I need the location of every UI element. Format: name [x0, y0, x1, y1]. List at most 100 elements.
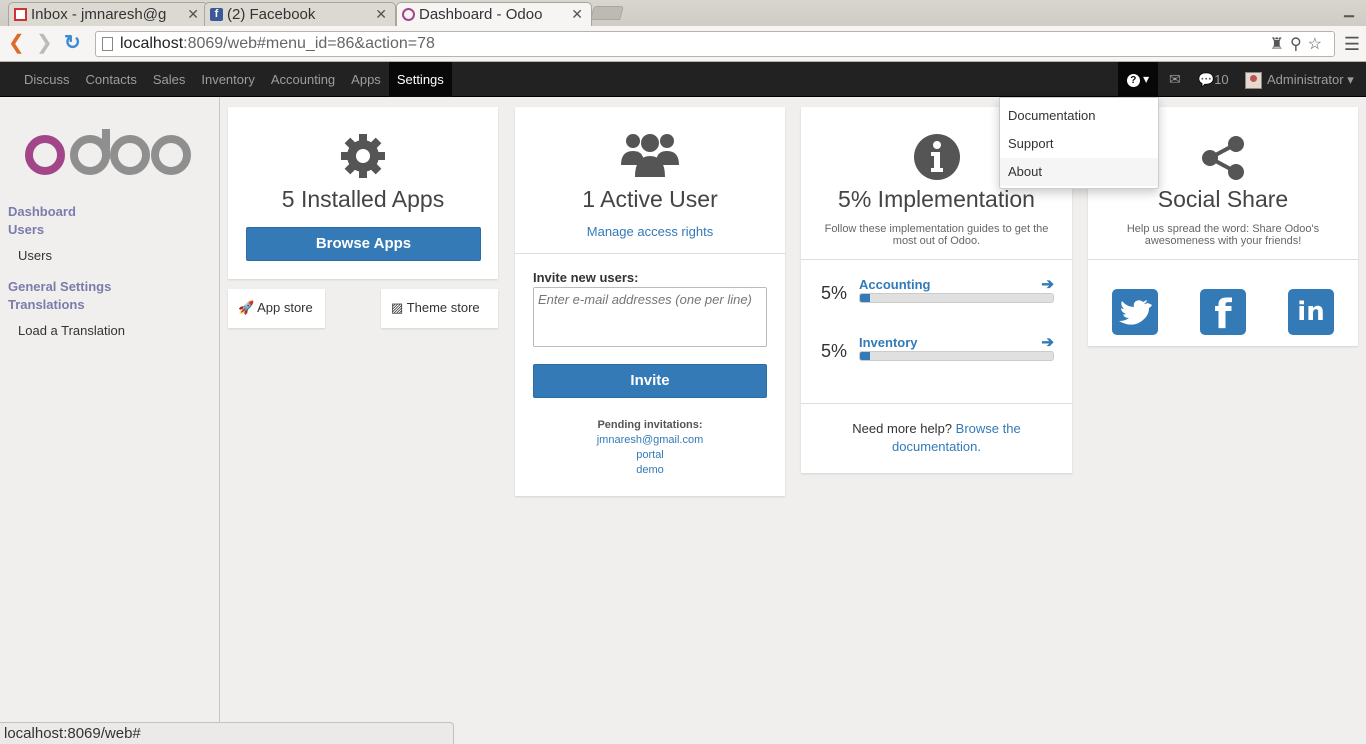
chat-count: 10 [1214, 72, 1229, 87]
invite-button[interactable]: Invite [533, 364, 767, 398]
browser-tabstrip: Inbox - jmnaresh@g ✕ f (2) Facebook ✕ Da… [0, 0, 1366, 26]
implementation-title: 5% Implementation [838, 186, 1035, 212]
odoo-topbar: Discuss Contacts Sales Inventory Account… [0, 62, 1366, 97]
active-users-card: 1 Active User Manage access rights Invit… [515, 107, 785, 496]
manage-access-rights-link[interactable]: Manage access rights [515, 224, 785, 239]
menu-apps[interactable]: Apps [343, 62, 389, 97]
invite-label: Invite new users: [533, 270, 639, 285]
back-icon[interactable]: ❮ [8, 31, 25, 55]
forward-icon[interactable]: ❯ [36, 31, 53, 55]
pending-invitation-item[interactable]: demo [515, 464, 785, 476]
image-icon: ▨ [391, 300, 404, 315]
facebook-icon: f [210, 8, 223, 21]
browser-menu-icon[interactable]: ☰ [1344, 34, 1360, 55]
sidebar-section-users[interactable]: Users [8, 221, 44, 239]
info-icon [913, 134, 960, 180]
social-share-title: Social Share [1157, 186, 1289, 212]
invite-email-field[interactable] [533, 287, 767, 347]
pending-invitation-item[interactable]: jmnaresh@gmail.com [515, 434, 785, 446]
page-icon [102, 37, 113, 51]
browse-apps-button[interactable]: Browse Apps [246, 227, 481, 261]
sidebar-section-general-settings[interactable]: General Settings [8, 278, 111, 296]
implementation-subtitle: Follow these implementation guides to ge… [824, 223, 1049, 247]
guide-percent: 5% [821, 341, 848, 361]
tab-title: Dashboard - Odoo [419, 6, 543, 23]
users-icon [621, 134, 679, 177]
tab-title: Inbox - jmnaresh@g [31, 6, 167, 23]
progress-bar [859, 293, 1054, 303]
social-share-subtitle: Help us spread the word: Share Odoo's aw… [1126, 223, 1320, 247]
sidebar-section-translations[interactable]: Translations [8, 296, 85, 314]
browser-status-url: localhost:8069/web# [0, 722, 454, 744]
menu-item-support[interactable]: Support [1000, 130, 1158, 158]
menu-item-about[interactable]: About [1000, 158, 1158, 186]
installed-apps-card: 5 Installed Apps Browse Apps [228, 107, 498, 279]
menu-accounting[interactable]: Accounting [263, 62, 343, 97]
mail-icon[interactable]: ✉ [1169, 62, 1181, 97]
menu-sales[interactable]: Sales [145, 62, 194, 97]
theme-store-label: Theme store [406, 300, 480, 315]
progress-fill [860, 294, 870, 302]
guide-name[interactable]: Accounting [859, 277, 931, 292]
odoo-logo [25, 129, 191, 175]
close-icon[interactable]: ✕ [187, 3, 199, 26]
sidebar-item-users[interactable]: Users [18, 248, 52, 263]
menu-contacts[interactable]: Contacts [78, 62, 145, 97]
browser-tab-odoo[interactable]: Dashboard - Odoo ✕ [396, 2, 592, 26]
menu-item-documentation[interactable]: Documentation [1000, 102, 1158, 130]
menu-inventory[interactable]: Inventory [193, 62, 262, 97]
need-help-label: Need more help? [852, 421, 953, 436]
pending-invitation-item[interactable]: portal [515, 449, 785, 461]
pending-invitations-label: Pending invitations: [597, 419, 703, 431]
close-icon[interactable]: ✕ [375, 3, 387, 26]
window-minimize-icon[interactable]: ▁ [1344, 2, 1354, 18]
url-host: localhost [120, 35, 184, 52]
progress-bar [859, 351, 1054, 361]
arrow-right-icon[interactable]: ➔ [1041, 333, 1054, 351]
guide-row-inventory[interactable]: 5% Inventory ➔ [821, 333, 1054, 365]
divider [801, 403, 1072, 404]
divider [801, 259, 1072, 260]
help-dropdown-button[interactable]: ? ▾ [1118, 62, 1158, 97]
guide-name[interactable]: Inventory [859, 335, 918, 350]
browser-tab-facebook[interactable]: f (2) Facebook ✕ [204, 2, 396, 26]
gear-icon [341, 134, 385, 178]
question-icon: ? [1126, 74, 1140, 87]
arrow-right-icon[interactable]: ➔ [1041, 275, 1054, 293]
caret-down-icon: ▾ [1143, 72, 1150, 86]
progress-fill [860, 352, 870, 360]
sidebar-item-load-translation[interactable]: Load a Translation [18, 323, 125, 338]
share-icon [1202, 136, 1244, 180]
need-help-text: Need more help? Browse the documentation… [801, 420, 1072, 456]
help-dropdown-menu: Documentation Support About [999, 97, 1159, 189]
caret-down-icon: ▾ [1347, 72, 1354, 87]
rocket-icon: 🚀 [238, 300, 255, 315]
avatar[interactable] [1245, 72, 1262, 89]
menu-discuss[interactable]: Discuss [16, 62, 78, 97]
divider [515, 253, 785, 254]
theme-store-button[interactable]: ▨ Theme store [381, 289, 498, 328]
browse-docs-link[interactable]: Browse the [956, 421, 1021, 436]
facebook-icon[interactable]: f [1200, 289, 1246, 338]
menu-settings[interactable]: Settings [388, 62, 452, 97]
user-name: Administrator [1267, 72, 1344, 87]
reload-icon[interactable]: ↻ [64, 31, 81, 55]
twitter-icon[interactable] [1112, 289, 1158, 335]
new-tab-button[interactable] [590, 6, 624, 20]
odoo-icon [402, 8, 415, 21]
close-icon[interactable]: ✕ [571, 3, 583, 26]
gmail-icon [14, 8, 27, 21]
installed-apps-title: 5 Installed Apps [281, 186, 445, 212]
chat-button[interactable]: 💬10 [1198, 62, 1229, 97]
address-bar[interactable]: localhost:8069/web#menu_id=86&action=78 … [95, 31, 1335, 57]
sidebar-section-dashboard[interactable]: Dashboard [8, 203, 76, 221]
extension-icons[interactable]: ♜⚲☆ [1270, 33, 1328, 57]
app-store-button[interactable]: 🚀 App store [228, 289, 325, 328]
linkedin-icon[interactable]: in [1288, 289, 1334, 335]
browser-toolbar: ❮ ❯ ↻ localhost:8069/web#menu_id=86&acti… [0, 26, 1366, 62]
user-menu[interactable]: Administrator ▾ [1267, 62, 1354, 97]
browser-tab-gmail[interactable]: Inbox - jmnaresh@g ✕ [8, 2, 208, 26]
browse-docs-link-2[interactable]: documentation. [892, 439, 981, 454]
guide-row-accounting[interactable]: 5% Accounting ➔ [821, 275, 1054, 307]
main-menu: Discuss Contacts Sales Inventory Account… [16, 62, 452, 97]
